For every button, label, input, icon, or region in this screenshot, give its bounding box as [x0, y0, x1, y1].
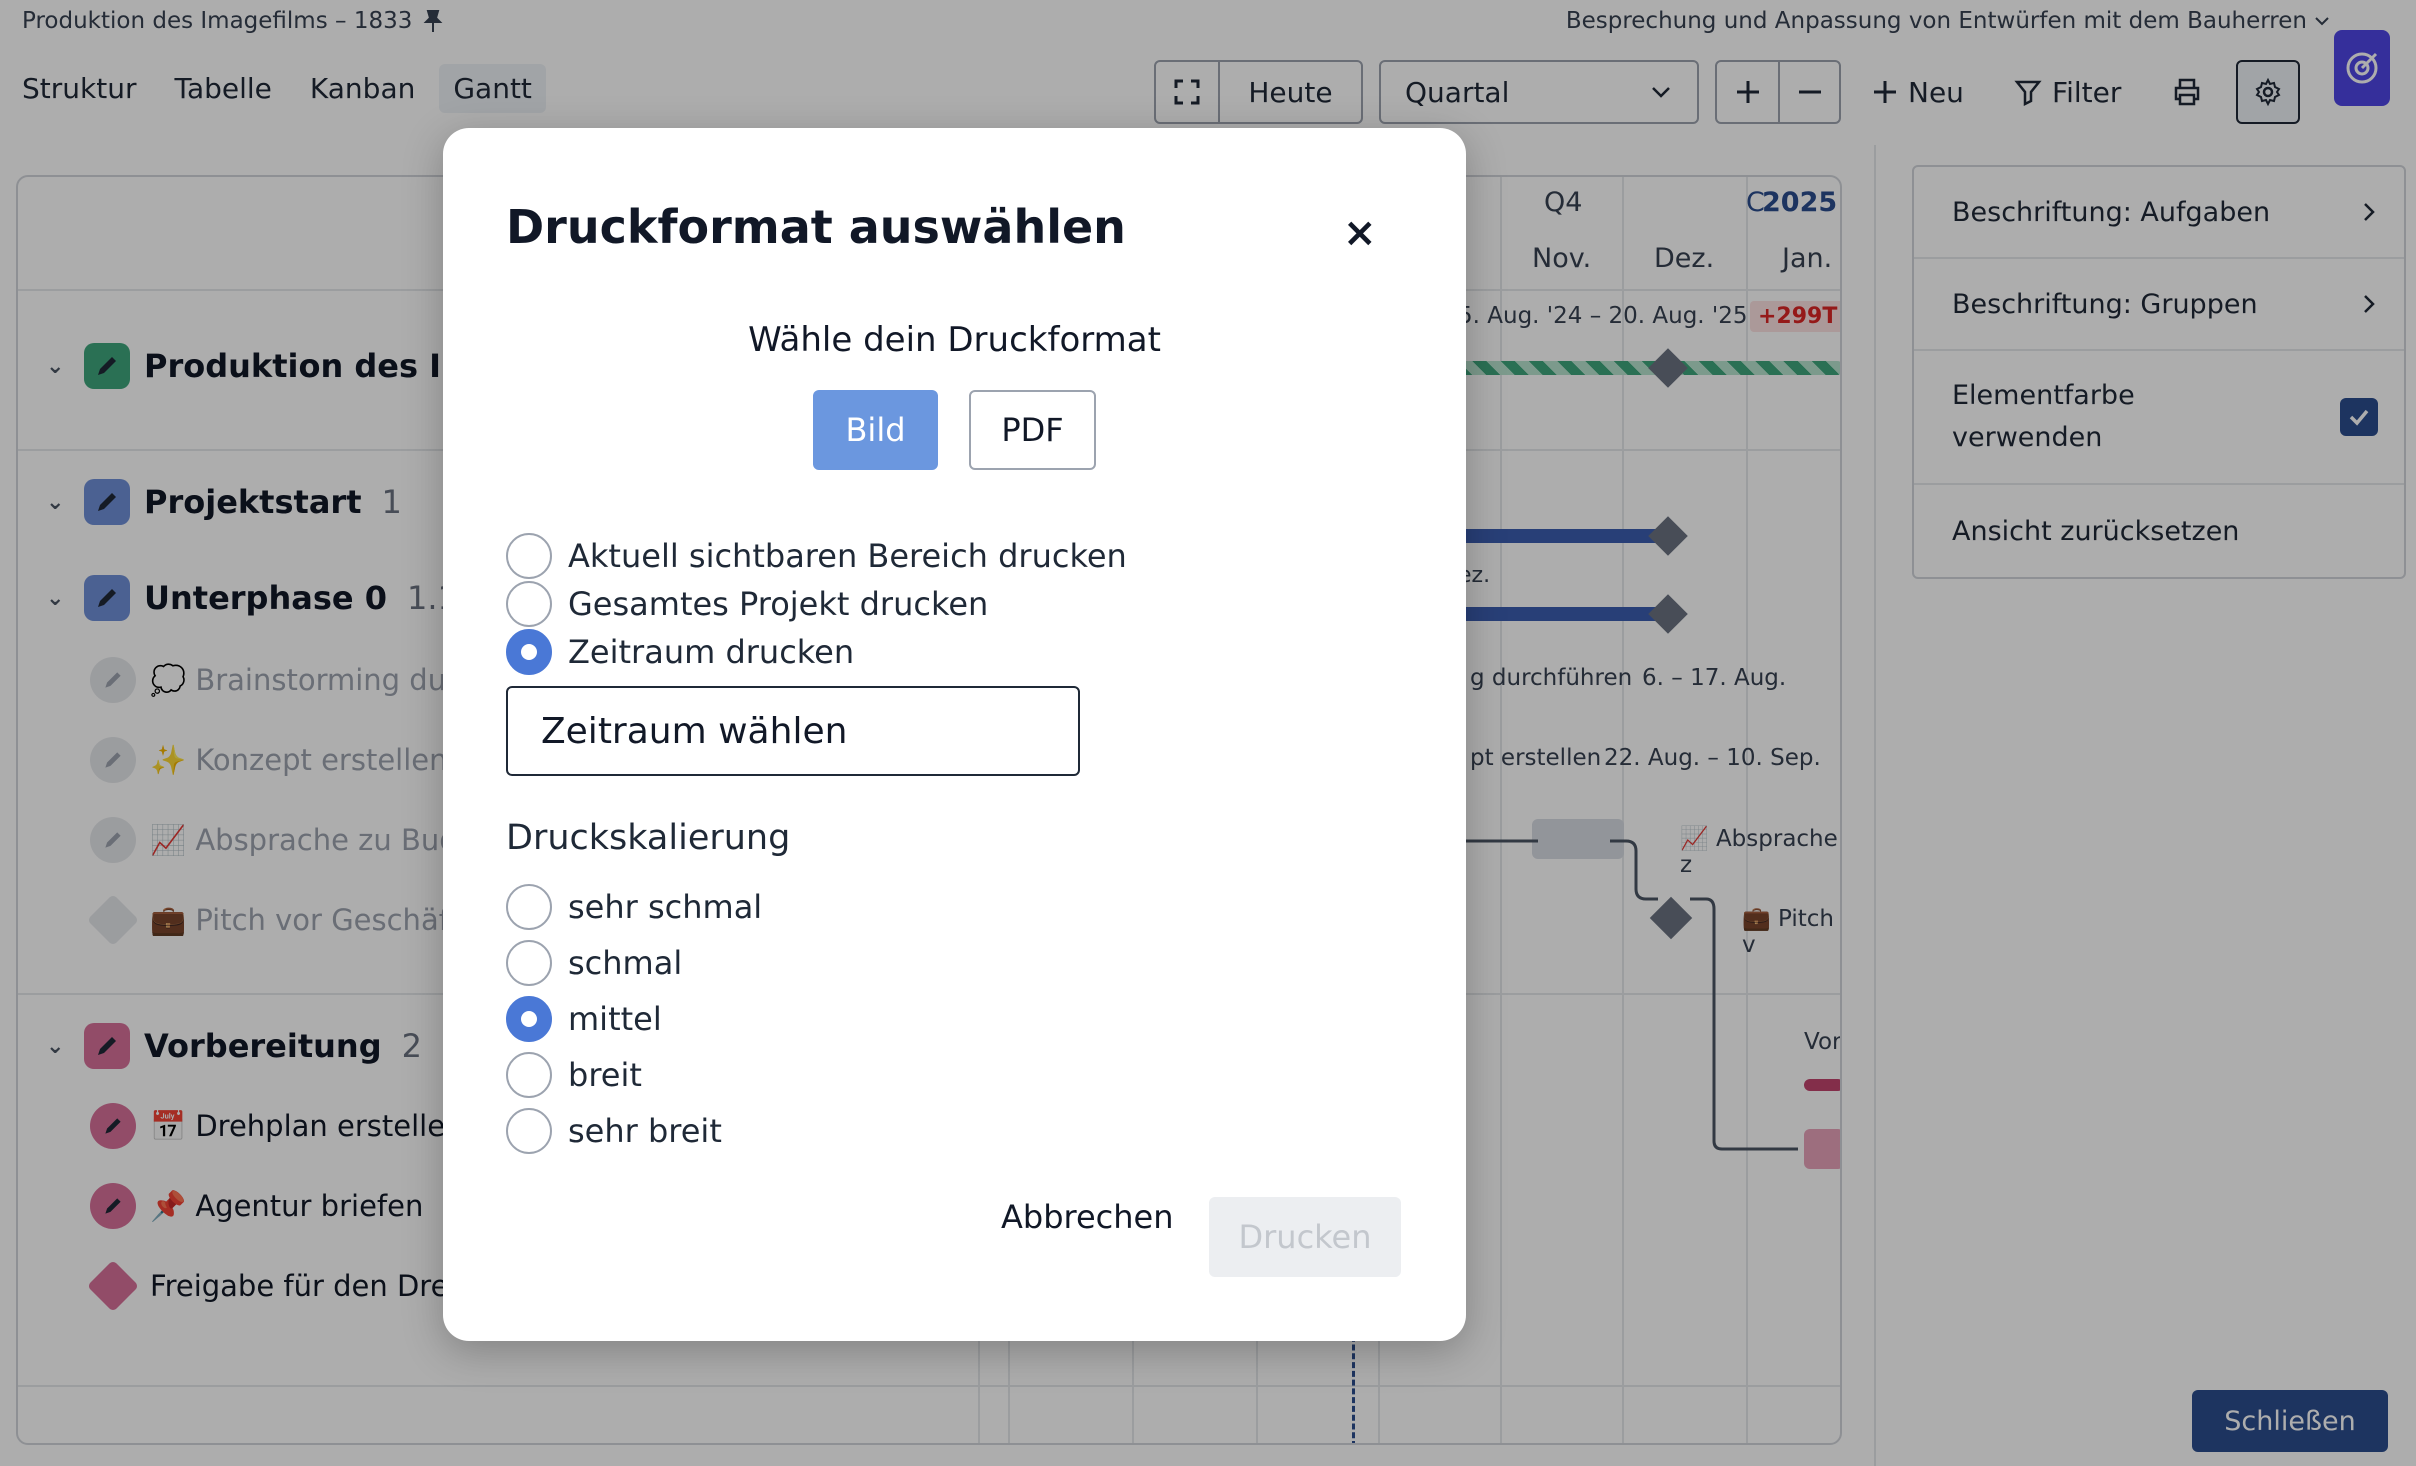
radio-label: Aktuell sichtbaren Bereich drucken [568, 537, 1127, 575]
close-icon[interactable]: × [1343, 210, 1377, 256]
radio-button[interactable] [506, 1052, 552, 1098]
radio-label: breit [568, 1056, 642, 1094]
radio-label: mittel [568, 1000, 662, 1038]
format-pdf-button[interactable]: PDF [969, 390, 1096, 470]
radio-button[interactable] [506, 1108, 552, 1154]
dialog-title: Druckformat auswählen [506, 200, 1126, 254]
radio-label: Gesamtes Projekt drucken [568, 585, 989, 623]
radio-label: schmal [568, 944, 683, 982]
scaling-title: Druckskalierung [506, 818, 791, 858]
scaling-option-very-wide[interactable]: sehr breit [506, 1108, 722, 1154]
range-option-period[interactable]: Zeitraum drucken [506, 629, 854, 675]
print-button-disabled[interactable]: Drucken [1209, 1197, 1401, 1277]
scaling-option-medium[interactable]: mittel [506, 996, 662, 1042]
radio-button[interactable] [506, 940, 552, 986]
radio-button[interactable] [506, 996, 552, 1042]
radio-button[interactable] [506, 629, 552, 675]
date-range-input[interactable]: Zeitraum wählen [506, 686, 1080, 776]
dialog-subtitle: Wähle dein Druckformat [748, 320, 1161, 360]
radio-label: sehr schmal [568, 888, 763, 926]
radio-button[interactable] [506, 581, 552, 627]
range-option-whole[interactable]: Gesamtes Projekt drucken [506, 581, 988, 627]
cancel-button[interactable]: Abbrechen [1001, 1198, 1174, 1236]
scaling-option-narrow[interactable]: schmal [506, 940, 682, 986]
radio-button[interactable] [506, 533, 552, 579]
format-image-button[interactable]: Bild [813, 390, 938, 470]
scaling-option-wide[interactable]: breit [506, 1052, 642, 1098]
range-option-visible[interactable]: Aktuell sichtbaren Bereich drucken [506, 533, 1127, 579]
scaling-option-very-narrow[interactable]: sehr schmal [506, 884, 762, 930]
print-format-dialog: Druckformat auswählen × Wähle dein Druck… [443, 128, 1466, 1341]
radio-label: sehr breit [568, 1112, 722, 1150]
radio-label: Zeitraum drucken [568, 633, 855, 671]
radio-button[interactable] [506, 884, 552, 930]
